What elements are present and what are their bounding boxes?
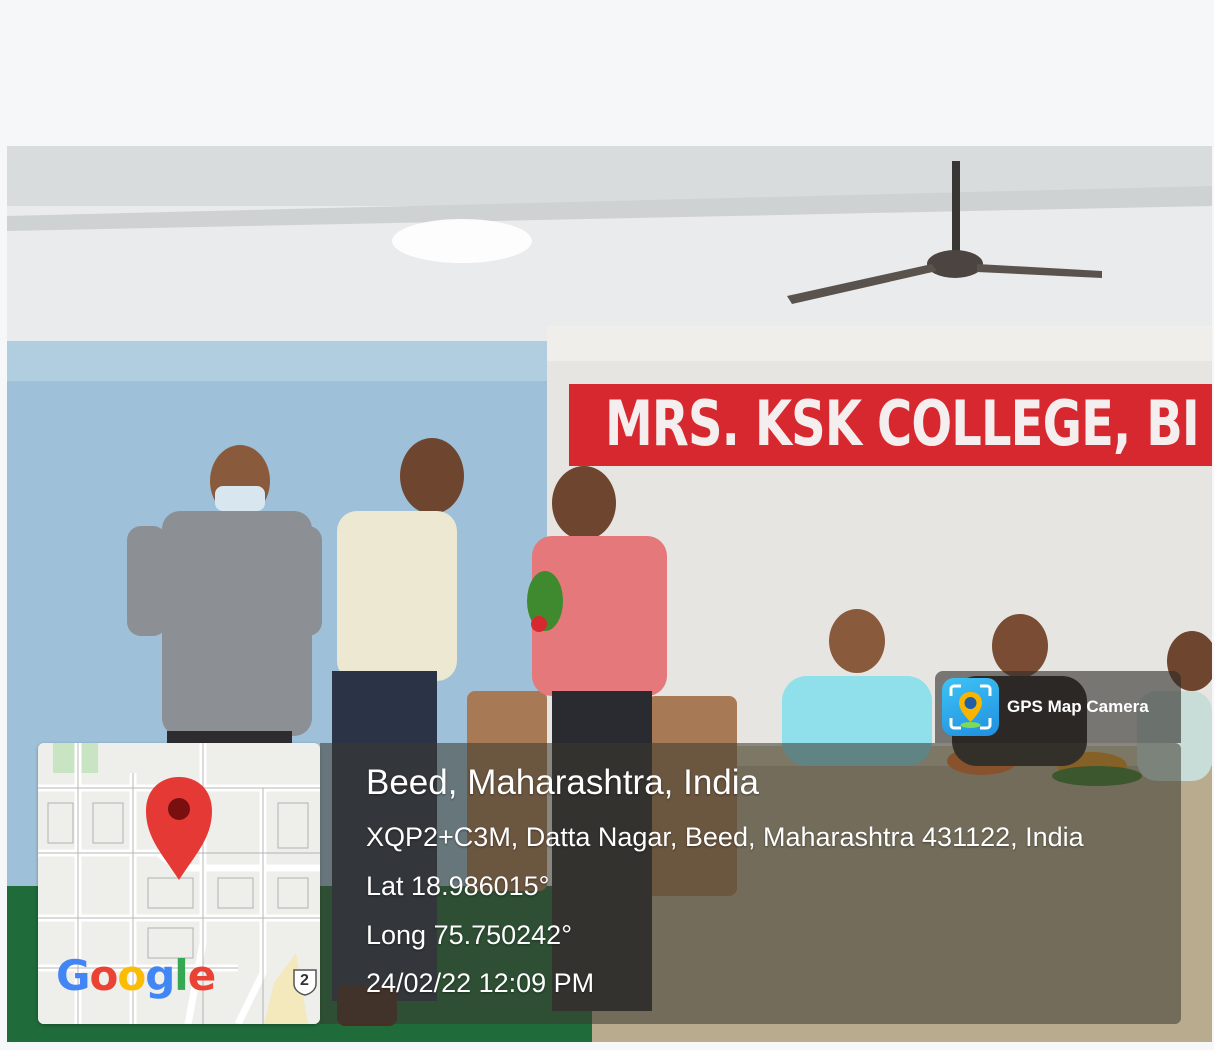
road-shield-number: 2 xyxy=(300,972,309,989)
map-thumbnail[interactable]: Google 2 xyxy=(38,743,320,1024)
location-title: Beed, Maharashtra, India xyxy=(366,763,760,802)
banner-text: MRS. KSK COLLEGE, BI xyxy=(605,382,1212,466)
timestamp: 24/02/22 12:09 PM xyxy=(366,968,595,998)
camera-location-icon xyxy=(942,678,999,736)
location-address: XQP2+C3M, Datta Nagar, Beed, Maharashtra… xyxy=(366,822,1084,852)
location-info-panel: Beed, Maharashtra, India XQP2+C3M, Datta… xyxy=(320,743,1181,1024)
banner-lettering: MRS. KSK COLLEGE, BI xyxy=(605,387,1200,460)
longitude: Long 75.750242° xyxy=(366,920,572,950)
google-logo: Google xyxy=(56,951,216,1000)
app-badge: GPS Map Camera xyxy=(935,671,1181,743)
road-shield-icon: 2 xyxy=(290,968,320,996)
camera-location-icon-graphic xyxy=(949,684,992,730)
app-name: GPS Map Camera xyxy=(1007,697,1149,716)
latitude: Lat 18.986015° xyxy=(366,871,550,901)
